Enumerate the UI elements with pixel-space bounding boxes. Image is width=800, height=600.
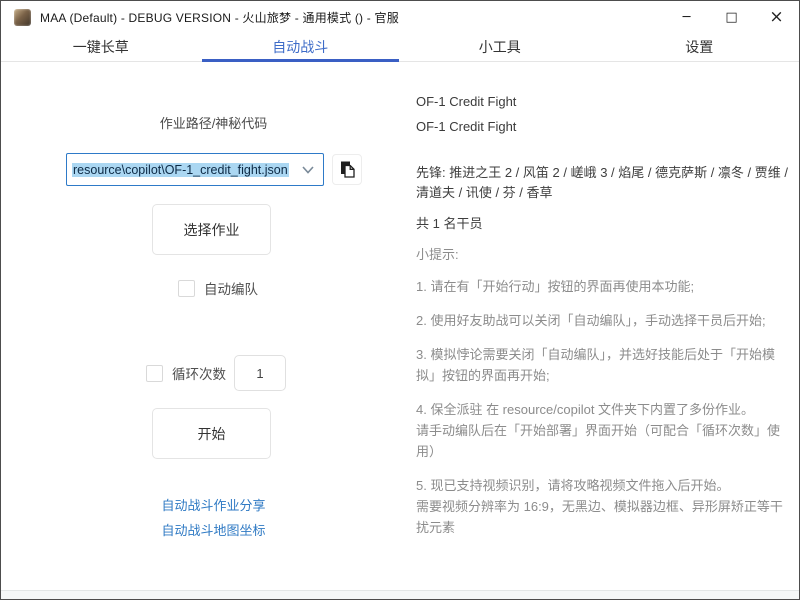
tip-item-2: 2. 使用好友助战可以关闭「自动编队」，手动选择干员后开始; [416, 310, 788, 331]
copy-icon [338, 160, 357, 179]
copilot-share-link[interactable]: 自动战斗作业分享 [66, 495, 361, 514]
tab-farming[interactable]: 一键长草 [1, 33, 201, 61]
chevron-down-icon[interactable] [297, 166, 319, 174]
status-strip [1, 590, 799, 599]
auto-squad-checkbox[interactable] [178, 280, 195, 297]
selected-text: resource\copilot\OF-1_credit_fight.json [72, 163, 289, 177]
minimize-button[interactable]: ─ [664, 1, 709, 33]
operator-list: 先锋: 推进之王 2 / 风笛 2 / 嵯峨 3 / 焰尾 / 德克萨斯 / 凛… [416, 163, 788, 203]
tab-auto-battle[interactable]: 自动战斗 [201, 33, 401, 61]
path-label: 作业路径/神秘代码 [66, 113, 361, 132]
tab-settings[interactable]: 设置 [600, 33, 800, 61]
tips-header: 小提示: [416, 244, 788, 263]
select-copilot-button[interactable]: 选择作业 [152, 204, 271, 255]
title-bar: MAA (Default) - DEBUG VERSION - 火山旅梦 - 通… [1, 1, 799, 33]
copilot-info-panel: OF-1 Credit Fight OF-1 Credit Fight 先锋: … [416, 94, 788, 538]
copilot-subtitle: OF-1 Credit Fight [416, 119, 788, 134]
active-tab-underline [202, 59, 400, 62]
map-coordinates-link[interactable]: 自动战斗地图坐标 [66, 520, 361, 539]
auto-squad-label[interactable]: 自动编队 [204, 278, 258, 298]
loop-times-label[interactable]: 循环次数 [172, 363, 226, 383]
tab-tools[interactable]: 小工具 [400, 33, 600, 61]
window-controls: ─ □ × [664, 1, 799, 33]
loop-count-input[interactable]: 1 [234, 355, 286, 391]
app-logo-icon [14, 9, 31, 26]
copilot-path-value: resource\copilot\OF-1_credit_fight.json [72, 163, 297, 177]
copy-button[interactable] [332, 154, 362, 185]
tip-item-3: 3. 模拟悖论需要关闭「自动编队」，并选好技能后处于「开始模拟」按钮的界面再开始… [416, 344, 788, 386]
tab-bar: 一键长草 自动战斗 小工具 设置 [1, 33, 799, 62]
app-window: MAA (Default) - DEBUG VERSION - 火山旅梦 - 通… [0, 0, 800, 600]
maximize-button[interactable]: □ [709, 1, 754, 33]
start-button[interactable]: 开始 [152, 408, 271, 459]
tab-auto-battle-label: 自动战斗 [272, 37, 328, 57]
operator-count: 共 1 名干员 [416, 213, 788, 232]
tip-item-4: 4. 保全派驻 在 resource/copilot 文件夹下内置了多份作业。 … [416, 399, 788, 462]
loop-times-row: 循环次数 [146, 363, 226, 383]
tip-item-1: 1. 请在有「开始行动」按钮的界面再使用本功能; [416, 276, 788, 297]
tip-item-5: 5. 现已支持视频识别，请将攻略视频文件拖入后开始。 需要视频分辨率为 16:9… [416, 475, 788, 538]
close-button[interactable]: × [754, 1, 799, 33]
copilot-title: OF-1 Credit Fight [416, 94, 788, 109]
auto-squad-row: 自动编队 [178, 278, 258, 298]
copilot-path-combobox[interactable]: resource\copilot\OF-1_credit_fight.json [66, 153, 324, 186]
loop-times-checkbox[interactable] [146, 365, 163, 382]
window-title: MAA (Default) - DEBUG VERSION - 火山旅梦 - 通… [40, 9, 399, 26]
